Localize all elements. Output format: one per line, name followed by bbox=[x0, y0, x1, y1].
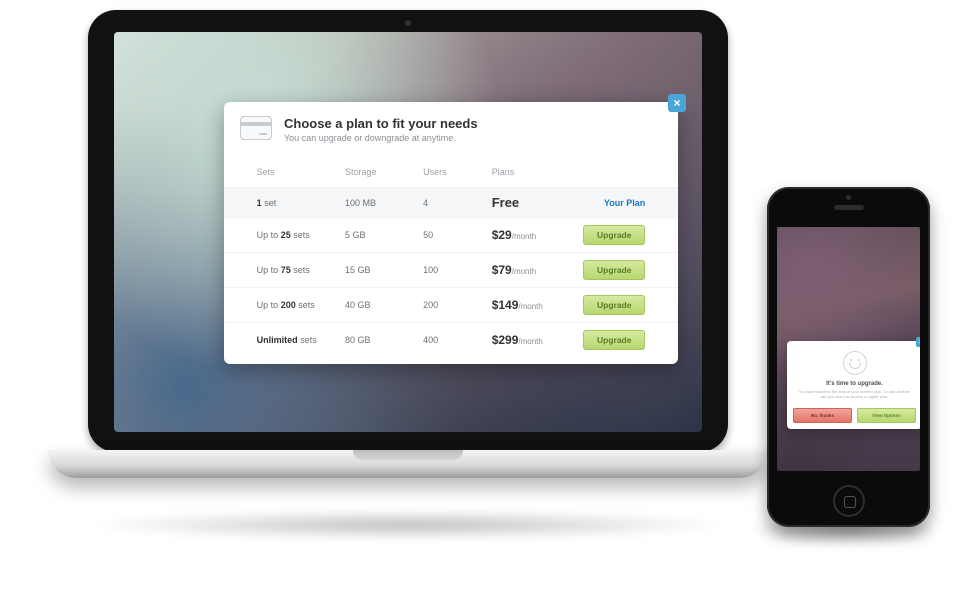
phone-device: × It's time to upgrade. You have reached… bbox=[767, 187, 930, 527]
users-cell: 50 bbox=[417, 218, 486, 253]
col-sets: Sets bbox=[251, 153, 339, 188]
upgrade-button[interactable]: Upgrade bbox=[583, 330, 645, 350]
plan-table-header: Sets Storage Users Plans bbox=[224, 153, 678, 188]
sets-cell: Unlimited sets bbox=[251, 323, 339, 365]
plan-modal-subtitle: You can upgrade or downgrade at anytime. bbox=[284, 133, 478, 143]
laptop-screen: × Choose a plan to fit your needs You ca… bbox=[114, 32, 702, 432]
laptop-device: × Choose a plan to fit your needs You ca… bbox=[48, 10, 768, 540]
smiley-icon bbox=[843, 351, 867, 375]
laptop-camera bbox=[405, 20, 411, 26]
plan-modal-header: Choose a plan to fit your needs You can … bbox=[224, 102, 678, 153]
home-button[interactable] bbox=[833, 485, 865, 517]
storage-cell: 5 GB bbox=[339, 218, 417, 253]
users-cell: 200 bbox=[417, 288, 486, 323]
price-value: $79/month bbox=[492, 266, 537, 276]
close-icon[interactable]: × bbox=[668, 94, 686, 112]
table-row: Up to 200 sets40 GB200 $149/month Upgrade bbox=[224, 288, 678, 323]
laptop-notch bbox=[353, 450, 463, 460]
col-users: Users bbox=[417, 153, 486, 188]
upgrade-modal-subtitle: You have reached the limit of your curre… bbox=[797, 389, 912, 400]
close-icon[interactable]: × bbox=[916, 337, 920, 347]
table-row: Up to 75 sets15 GB100 $79/month Upgrade bbox=[224, 253, 678, 288]
table-row: 1 set100 MB4 Free Your Plan bbox=[224, 188, 678, 218]
users-cell: 400 bbox=[417, 323, 486, 365]
phone-screen: × It's time to upgrade. You have reached… bbox=[777, 227, 920, 471]
table-row: Up to 25 sets5 GB50 $29/month Upgrade bbox=[224, 218, 678, 253]
laptop-shadow bbox=[83, 510, 733, 540]
storage-cell: 80 GB bbox=[339, 323, 417, 365]
current-plan-label: Your Plan bbox=[604, 198, 645, 208]
phone-camera bbox=[846, 195, 851, 200]
col-plans: Plans bbox=[486, 153, 571, 188]
plan-table: Sets Storage Users Plans 1 set100 MB4 Fre… bbox=[224, 153, 678, 364]
sets-cell: Up to 25 sets bbox=[251, 218, 339, 253]
storage-cell: 15 GB bbox=[339, 253, 417, 288]
plan-modal: × Choose a plan to fit your needs You ca… bbox=[224, 102, 678, 364]
phone-speaker bbox=[834, 205, 864, 210]
upgrade-button[interactable]: Upgrade bbox=[583, 260, 645, 280]
upgrade-button[interactable]: Upgrade bbox=[583, 295, 645, 315]
storage-cell: 100 MB bbox=[339, 188, 417, 218]
upgrade-modal: × It's time to upgrade. You have reached… bbox=[787, 341, 920, 429]
upgrade-button[interactable]: Upgrade bbox=[583, 225, 645, 245]
users-cell: 4 bbox=[417, 188, 486, 218]
view-options-button[interactable]: View Options bbox=[857, 408, 916, 423]
upgrade-modal-title: It's time to upgrade. bbox=[793, 381, 916, 387]
plan-modal-title: Choose a plan to fit your needs bbox=[284, 116, 478, 131]
storage-cell: 40 GB bbox=[339, 288, 417, 323]
price-value: $29/month bbox=[492, 231, 537, 241]
users-cell: 100 bbox=[417, 253, 486, 288]
no-thanks-button[interactable]: No, thanks bbox=[793, 408, 852, 423]
price-value: Free bbox=[492, 195, 519, 210]
sets-cell: Up to 200 sets bbox=[251, 288, 339, 323]
sets-cell: Up to 75 sets bbox=[251, 253, 339, 288]
sets-cell: 1 set bbox=[251, 188, 339, 218]
col-storage: Storage bbox=[339, 153, 417, 188]
price-value: $299/month bbox=[492, 336, 543, 346]
table-row: Unlimited sets80 GB400 $299/month Upgrade bbox=[224, 323, 678, 365]
price-value: $149/month bbox=[492, 301, 543, 311]
credit-card-icon bbox=[240, 116, 272, 140]
